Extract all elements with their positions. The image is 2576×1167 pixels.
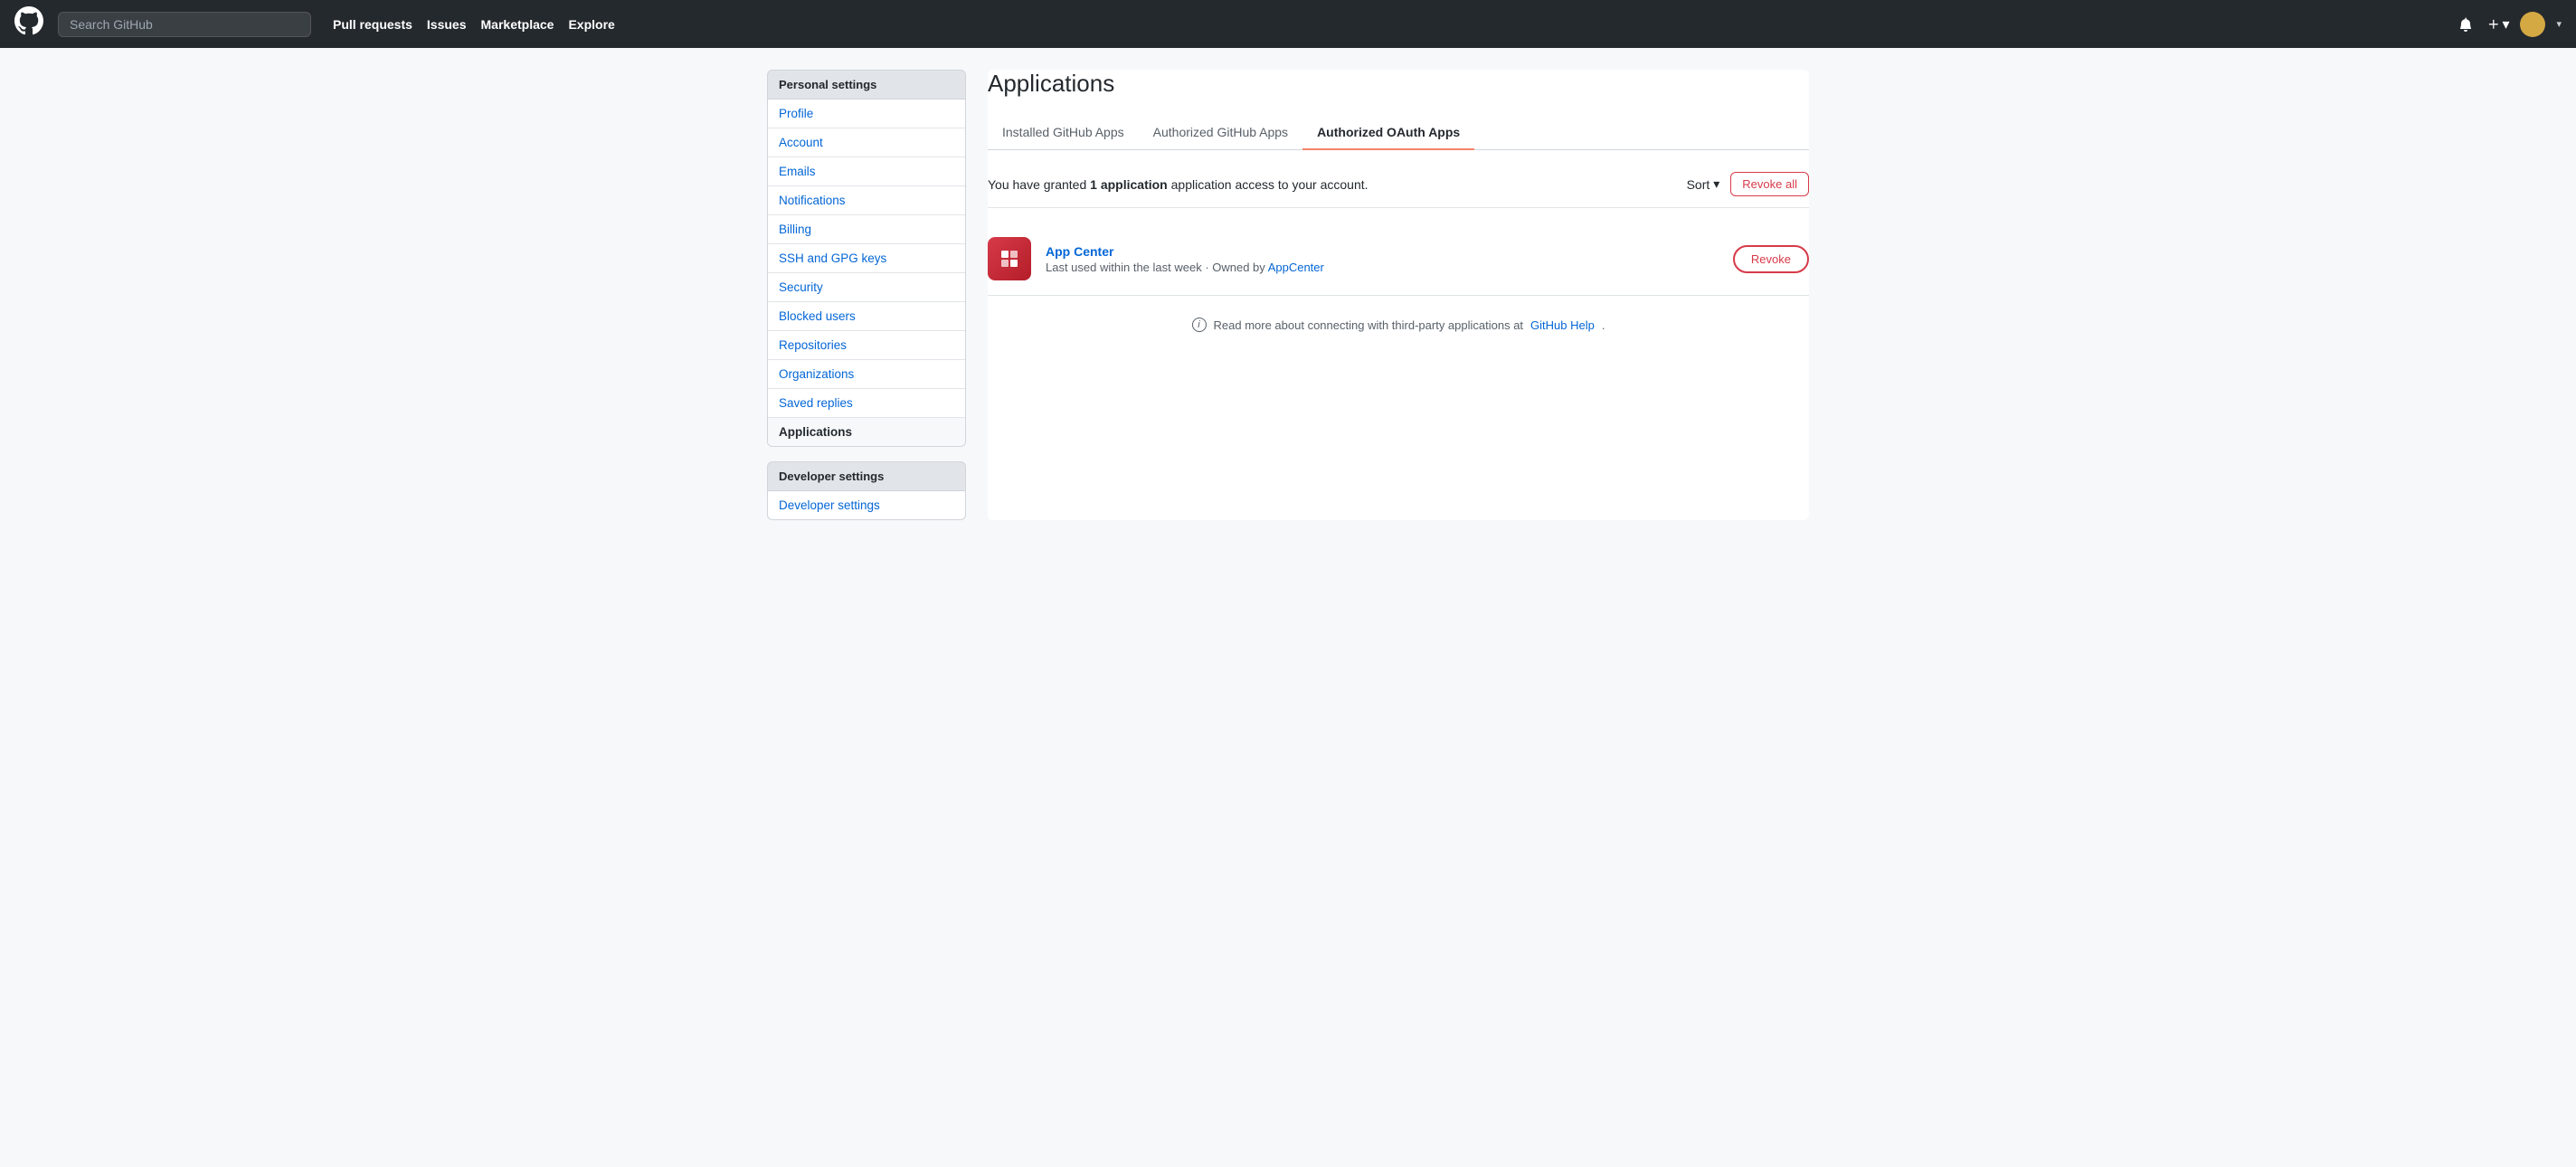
page-layout: Personal settings Profile Account Emails… [745,70,1831,520]
sidebar-section2-nav: Developer settings [767,491,966,520]
sidebar-item-profile[interactable]: Profile [768,100,965,128]
sidebar-item-saved-replies[interactable]: Saved replies [768,389,965,418]
github-logo-icon[interactable] [14,6,43,42]
app-owner-link[interactable]: AppCenter [1268,261,1324,274]
sort-button[interactable]: Sort ▾ [1687,176,1720,192]
sidebar-nav: Profile Account Emails Notifications Bil… [767,100,966,447]
sidebar-item-billing[interactable]: Billing [768,215,965,244]
tab-authorized-github-apps[interactable]: Authorized GitHub Apps [1139,116,1302,150]
search-input[interactable] [58,12,311,37]
sidebar-item-security[interactable]: Security [768,273,965,302]
info-note-period: . [1602,318,1605,332]
revoke-all-button[interactable]: Revoke all [1730,172,1809,196]
sidebar-item-account[interactable]: Account [768,128,965,157]
sidebar-item-blocked-users[interactable]: Blocked users [768,302,965,331]
info-icon: i [1192,318,1207,332]
avatar[interactable] [2520,12,2545,37]
notifications-button[interactable] [2455,14,2477,35]
explore-link[interactable]: Explore [568,17,614,32]
new-dropdown-button[interactable]: ▾ [2487,15,2509,33]
revoke-button[interactable]: Revoke [1733,245,1809,273]
page-title: Applications [988,70,1809,98]
marketplace-link[interactable]: Marketplace [481,17,554,32]
info-note: i Read more about connecting with third-… [988,318,1809,332]
sidebar-section2: Developer settings Developer settings [767,461,966,520]
github-help-link[interactable]: GitHub Help [1530,318,1595,332]
app-meta: Last used within the last week · Owned b… [1046,261,1719,274]
avatar-dropdown-icon[interactable]: ▾ [2556,18,2562,30]
navbar-actions: ▾ ▾ [2455,12,2562,37]
pull-requests-link[interactable]: Pull requests [333,17,412,32]
sidebar-item-notifications[interactable]: Notifications [768,186,965,215]
sidebar-developer-settings[interactable]: Developer settings [768,491,965,519]
main-content: Applications Installed GitHub Apps Autho… [988,70,1809,520]
sidebar-item-organizations[interactable]: Organizations [768,360,965,389]
app-item: App Center Last used within the last wee… [988,223,1809,296]
sidebar-item-repositories[interactable]: Repositories [768,331,965,360]
sidebar-item-applications[interactable]: Applications [768,418,965,446]
app-info: App Center Last used within the last wee… [1046,244,1719,274]
sidebar-item-emails[interactable]: Emails [768,157,965,186]
tabs-bar: Installed GitHub Apps Authorized GitHub … [988,116,1809,150]
tab-installed-github-apps[interactable]: Installed GitHub Apps [988,116,1139,150]
app-name-link[interactable]: App Center [1046,244,1113,259]
app-count-text: You have granted 1 application applicati… [988,177,1368,192]
navbar: Pull requests Issues Marketplace Explore… [0,0,2576,48]
sidebar-item-ssh-gpg-keys[interactable]: SSH and GPG keys [768,244,965,273]
navbar-links: Pull requests Issues Marketplace Explore [333,17,2440,32]
sort-chevron-icon: ▾ [1713,176,1719,192]
tab-authorized-oauth-apps[interactable]: Authorized OAuth Apps [1302,116,1474,150]
issues-link[interactable]: Issues [427,17,467,32]
app-count-bar: You have granted 1 application applicati… [988,172,1809,208]
sidebar-section-title: Personal settings [767,70,966,100]
app-center-icon [988,237,1031,280]
app-count-actions: Sort ▾ Revoke all [1687,172,1809,196]
sidebar: Personal settings Profile Account Emails… [767,70,966,520]
sidebar-section2-title: Developer settings [767,461,966,491]
